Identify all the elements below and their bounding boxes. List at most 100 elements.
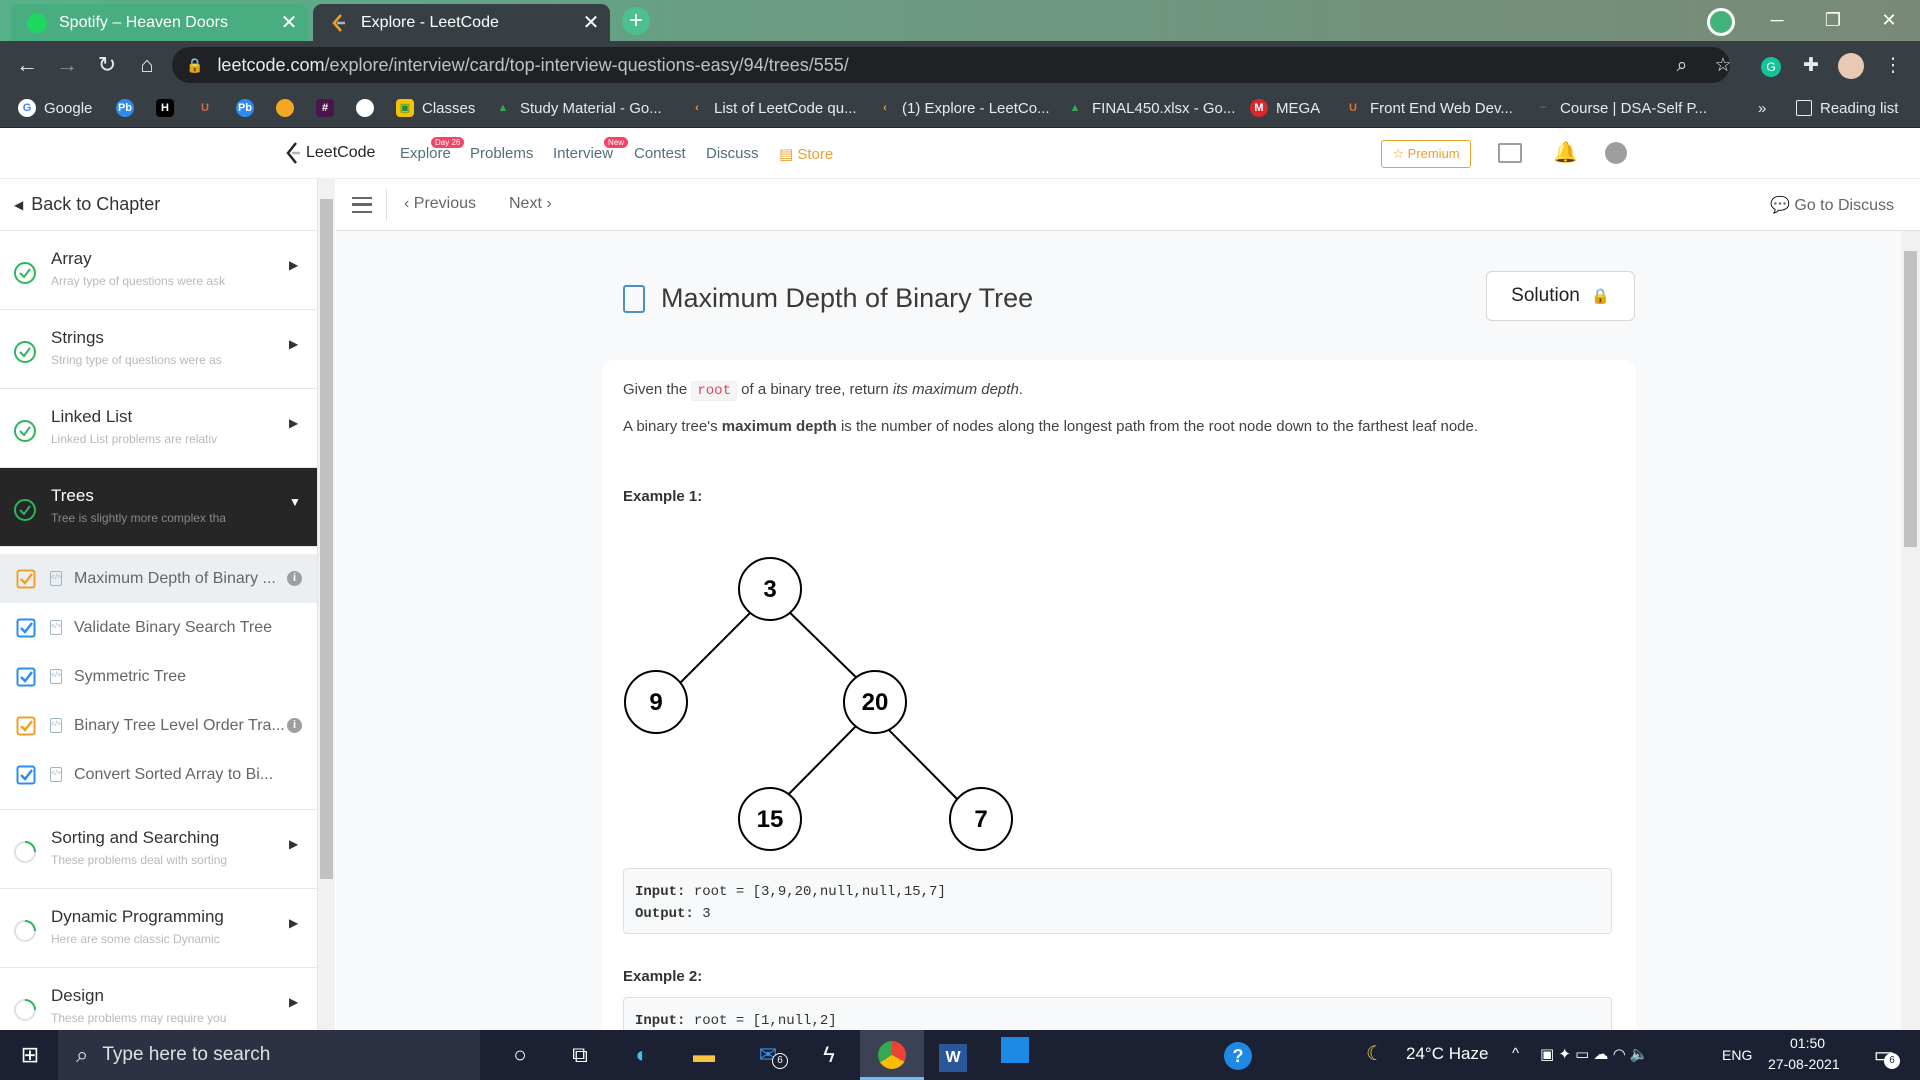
taskbar-search[interactable]: ⌕ Type here to search	[58, 1030, 480, 1080]
bookmarks-overflow[interactable]: »	[1758, 97, 1766, 119]
tab-spotify[interactable]: Spotify – Heaven Doors ✕	[11, 4, 308, 41]
back-icon[interactable]: ←	[12, 50, 42, 80]
sidebar-scrollbar[interactable]	[318, 179, 335, 1030]
playground-icon[interactable]	[1498, 143, 1522, 163]
bookmark-icon-only[interactable]	[276, 97, 302, 119]
chrome-profile-icon[interactable]	[1707, 8, 1735, 36]
notification-bell-icon[interactable]: 🔔	[1553, 140, 1578, 165]
chapter-linked-list[interactable]: Linked List Linked List problems are rel…	[0, 389, 317, 468]
chapter-sorting-searching[interactable]: Sorting and Searching These problems dea…	[0, 810, 317, 889]
item-symmetric-tree[interactable]: </> Symmetric Tree	[0, 652, 317, 701]
weather-text[interactable]: 24°C Haze	[1406, 1044, 1488, 1064]
photos-icon[interactable]	[997, 1037, 1033, 1073]
edge-icon[interactable]: ◐	[624, 1037, 660, 1073]
mail-badge: 6	[772, 1053, 788, 1069]
task-view-icon[interactable]: ⧉	[562, 1037, 598, 1073]
mail-icon[interactable]: ✉ 6	[750, 1037, 788, 1073]
close-window-icon[interactable]: ✕	[1866, 0, 1912, 40]
bookmark-study-material[interactable]: ▲ Study Material - Go...	[494, 97, 662, 119]
bookmark-explore[interactable]: ‹ (1) Explore - LeetCo...	[876, 97, 1049, 119]
solution-button[interactable]: Solution 🔒	[1486, 271, 1635, 321]
back-to-chapter-button[interactable]: ◀ Back to Chapter	[0, 179, 317, 231]
close-tab-icon[interactable]: ✕	[276, 10, 302, 35]
premium-button[interactable]: ☆ Premium	[1381, 140, 1471, 168]
home-icon[interactable]: ⌂	[132, 50, 162, 80]
help-icon[interactable]: ?	[1220, 1037, 1256, 1073]
zoom-search-icon[interactable]: ⌕	[1669, 53, 1695, 79]
tray-icons[interactable]: ▣ ✦ ▭ ☁ ◠ 🔈	[1540, 1045, 1649, 1063]
item-level-order[interactable]: </> Binary Tree Level Order Tra... i	[0, 701, 317, 750]
nav-interview[interactable]: Interview	[553, 145, 613, 162]
item-label: Maximum Depth of Binary ...	[74, 569, 276, 587]
bookmark-course-dsa[interactable]: ~ Course | DSA-Self P...	[1534, 97, 1707, 119]
menu-icon[interactable]	[352, 197, 372, 213]
bookmark-icon-only[interactable]: Pb	[116, 97, 142, 119]
bookmark-icon-only[interactable]: H	[156, 97, 182, 119]
minimize-icon[interactable]: ─	[1754, 0, 1800, 40]
bookmark-final450[interactable]: ▲ FINAL450.xlsx - Go...	[1066, 97, 1236, 119]
clock-date[interactable]: 27-08-2021	[1768, 1056, 1840, 1072]
nav-store[interactable]: ▤ Store	[779, 145, 833, 163]
address-bar[interactable]: 🔒 leetcode.com/explore/interview/card/to…	[172, 47, 1730, 83]
word-icon[interactable]: W	[935, 1037, 971, 1073]
extensions-icon[interactable]: ✚	[1798, 53, 1824, 79]
bookmark-google[interactable]: G Google	[18, 97, 92, 119]
nav-contest[interactable]: Contest	[634, 145, 686, 162]
chapter-trees[interactable]: Trees Tree is slightly more complex tha …	[0, 468, 317, 547]
account-avatar[interactable]	[1838, 53, 1864, 79]
problem-title: Maximum Depth of Binary Tree	[623, 283, 1033, 314]
chrome-taskbar-active[interactable]	[860, 1030, 924, 1080]
sidebar-scroll-thumb[interactable]	[320, 199, 333, 879]
info-icon[interactable]: i	[287, 718, 302, 733]
language-indicator[interactable]: ENG	[1722, 1047, 1752, 1063]
file-explorer-icon[interactable]: ▬	[686, 1037, 722, 1073]
app-lightning-icon[interactable]: ϟ	[811, 1037, 847, 1073]
reading-list[interactable]: Reading list	[1796, 97, 1898, 119]
new-tab-button[interactable]: +	[622, 7, 650, 35]
forward-icon[interactable]: →	[52, 50, 82, 80]
check-circle-icon	[14, 341, 36, 363]
caret-right-icon: ▶	[289, 995, 299, 1009]
chapter-array[interactable]: Array Array type of questions were ask ▶	[0, 231, 317, 310]
restore-icon[interactable]: ❐	[1810, 0, 1856, 40]
chrome-menu-icon[interactable]: ⋮	[1880, 53, 1906, 79]
bookmark-classes[interactable]: ▣ Classes	[396, 97, 475, 119]
store-icon: ▤	[779, 146, 798, 163]
item-validate-bst[interactable]: </> Validate Binary Search Tree	[0, 603, 317, 652]
leetcode-logo[interactable]: LeetCode	[284, 141, 375, 165]
bookmark-icon-only[interactable]: #	[316, 97, 342, 119]
tray-chevron-icon[interactable]: ^	[1512, 1045, 1519, 1062]
info-icon[interactable]: i	[287, 571, 302, 586]
bookmark-mega[interactable]: M MEGA	[1250, 97, 1320, 119]
bookmark-star-icon[interactable]: ☆	[1710, 53, 1736, 79]
close-tab-icon[interactable]: ✕	[578, 10, 604, 35]
cortana-icon[interactable]: ○	[502, 1037, 538, 1073]
chapter-strings[interactable]: Strings String type of questions were as…	[0, 310, 317, 389]
bookmark-icon-only[interactable]	[356, 97, 382, 119]
grammarly-icon[interactable]: G	[1758, 53, 1784, 79]
nav-problems[interactable]: Problems	[470, 145, 533, 162]
next-button[interactable]: Next ›	[509, 195, 552, 213]
go-to-discuss-button[interactable]: 💬 Go to Discuss	[1770, 195, 1894, 215]
nav-discuss[interactable]: Discuss	[706, 145, 759, 162]
windows-start-icon[interactable]: ⊞	[12, 1037, 48, 1073]
binary-tree-diagram: 3 9 20 15 7	[624, 557, 1013, 851]
bookmark-icon-only[interactable]: Pb	[236, 97, 262, 119]
clock-time[interactable]: 01:50	[1790, 1035, 1825, 1051]
bookmark-icon-only[interactable]: U	[196, 97, 222, 119]
chapter-dynamic-programming[interactable]: Dynamic Programming Here are some classi…	[0, 889, 317, 968]
main-scroll-thumb[interactable]	[1904, 251, 1917, 547]
user-avatar-icon[interactable]	[1605, 142, 1627, 164]
bookmark-front-end[interactable]: U Front End Web Dev...	[1344, 97, 1513, 119]
item-convert-sorted-array[interactable]: </> Convert Sorted Array to Bi...	[0, 750, 317, 799]
notification-center-icon[interactable]: ▭ 6	[1866, 1037, 1902, 1073]
bookmark-leetcode-list[interactable]: ‹ List of LeetCode qu...	[688, 97, 856, 119]
item-maximum-depth[interactable]: </> Maximum Depth of Binary ... i	[0, 554, 317, 603]
tab-leetcode[interactable]: Explore - LeetCode ✕	[313, 4, 610, 41]
drive-icon: ▲	[1069, 102, 1081, 114]
reload-icon[interactable]: ↻	[92, 50, 122, 80]
main-scrollbar[interactable]	[1901, 231, 1920, 1030]
chapter-design[interactable]: Design These problems may require you ▶	[0, 968, 317, 1030]
previous-button[interactable]: ‹ Previous	[404, 195, 476, 213]
item-label: Validate Binary Search Tree	[74, 618, 273, 636]
